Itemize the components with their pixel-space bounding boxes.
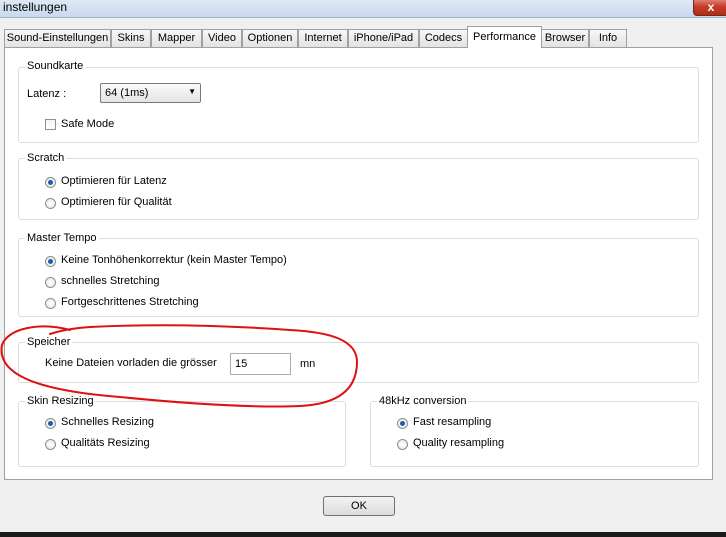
master-tempo-advanced-radio[interactable]	[45, 298, 56, 309]
latency-select[interactable]: 64 (1ms) ▼	[100, 83, 201, 103]
master-tempo-advanced-label: Fortgeschrittenes Stretching	[61, 296, 199, 308]
title-bar: instellungen	[0, 0, 726, 18]
tab-info[interactable]: Info	[589, 29, 627, 47]
chevron-down-icon: ▼	[188, 87, 196, 96]
close-button[interactable]: x	[693, 0, 726, 16]
skin-resizing-fast-radio[interactable]	[45, 418, 56, 429]
tab-performance[interactable]: Performance	[467, 26, 542, 48]
latency-value: 64 (1ms)	[105, 87, 149, 99]
scratch-quality-label: Optimieren für Qualität	[61, 196, 172, 208]
scratch-title: Scratch	[25, 152, 67, 164]
skin-resizing-quality-label: Qualitäts Resizing	[61, 437, 150, 449]
master-tempo-title: Master Tempo	[25, 232, 99, 244]
speicher-title: Speicher	[25, 336, 73, 348]
skin-resizing-fast-label: Schnelles Resizing	[61, 416, 154, 428]
taskbar-strip	[0, 532, 726, 537]
window-title: instellungen	[3, 0, 68, 14]
scratch-latency-radio[interactable]	[45, 177, 56, 188]
skin-resizing-quality-radio[interactable]	[45, 439, 56, 450]
tab-iphone-ipad[interactable]: iPhone/iPad	[348, 29, 419, 47]
soundkarte-group	[18, 67, 699, 143]
tab-browser[interactable]: Browser	[541, 29, 589, 47]
skin-resizing-group	[18, 401, 346, 467]
skin-resizing-title: Skin Resizing	[25, 395, 96, 407]
tab-sound-einstellungen[interactable]: Sound-Einstellungen	[4, 29, 111, 47]
master-tempo-fast-label: schnelles Stretching	[61, 275, 160, 287]
tab-internet[interactable]: Internet	[298, 29, 348, 47]
ok-label: OK	[351, 500, 367, 512]
conversion-quality-radio[interactable]	[397, 439, 408, 450]
preload-limit-value: 15	[235, 358, 248, 370]
safe-mode-checkbox[interactable]	[45, 119, 56, 130]
preload-limit-unit: mn	[300, 358, 316, 370]
preload-limit-label: Keine Dateien vorladen die grösser	[45, 357, 217, 369]
conversion-fast-radio[interactable]	[397, 418, 408, 429]
master-tempo-none-label: Keine Tonhöhenkorrektur (kein Master Tem…	[61, 254, 287, 266]
conversion-quality-label: Quality resampling	[413, 437, 505, 449]
scratch-group	[18, 158, 699, 220]
tab-codecs[interactable]: Codecs	[419, 29, 468, 47]
performance-panel: Soundkarte Latenz : 64 (1ms) ▼ Safe Mode…	[4, 47, 713, 480]
tab-mapper[interactable]: Mapper	[151, 29, 202, 47]
tab-video[interactable]: Video	[202, 29, 242, 47]
soundkarte-title: Soundkarte	[25, 60, 86, 72]
preload-limit-input[interactable]: 15	[230, 353, 291, 375]
latency-label: Latenz :	[27, 88, 67, 100]
tab-skins[interactable]: Skins	[111, 29, 151, 47]
conversion-group	[370, 401, 699, 467]
conversion-title: 48kHz conversion	[377, 395, 469, 407]
scratch-latency-label: Optimieren für Latenz	[61, 175, 167, 187]
tab-optionen[interactable]: Optionen	[242, 29, 298, 47]
close-icon: x	[707, 0, 715, 14]
conversion-fast-label: Fast resampling	[413, 416, 492, 428]
safe-mode-label: Safe Mode	[61, 118, 115, 130]
ok-button[interactable]: OK	[323, 496, 395, 516]
master-tempo-fast-radio[interactable]	[45, 277, 56, 288]
scratch-quality-radio[interactable]	[45, 198, 56, 209]
master-tempo-none-radio[interactable]	[45, 256, 56, 267]
